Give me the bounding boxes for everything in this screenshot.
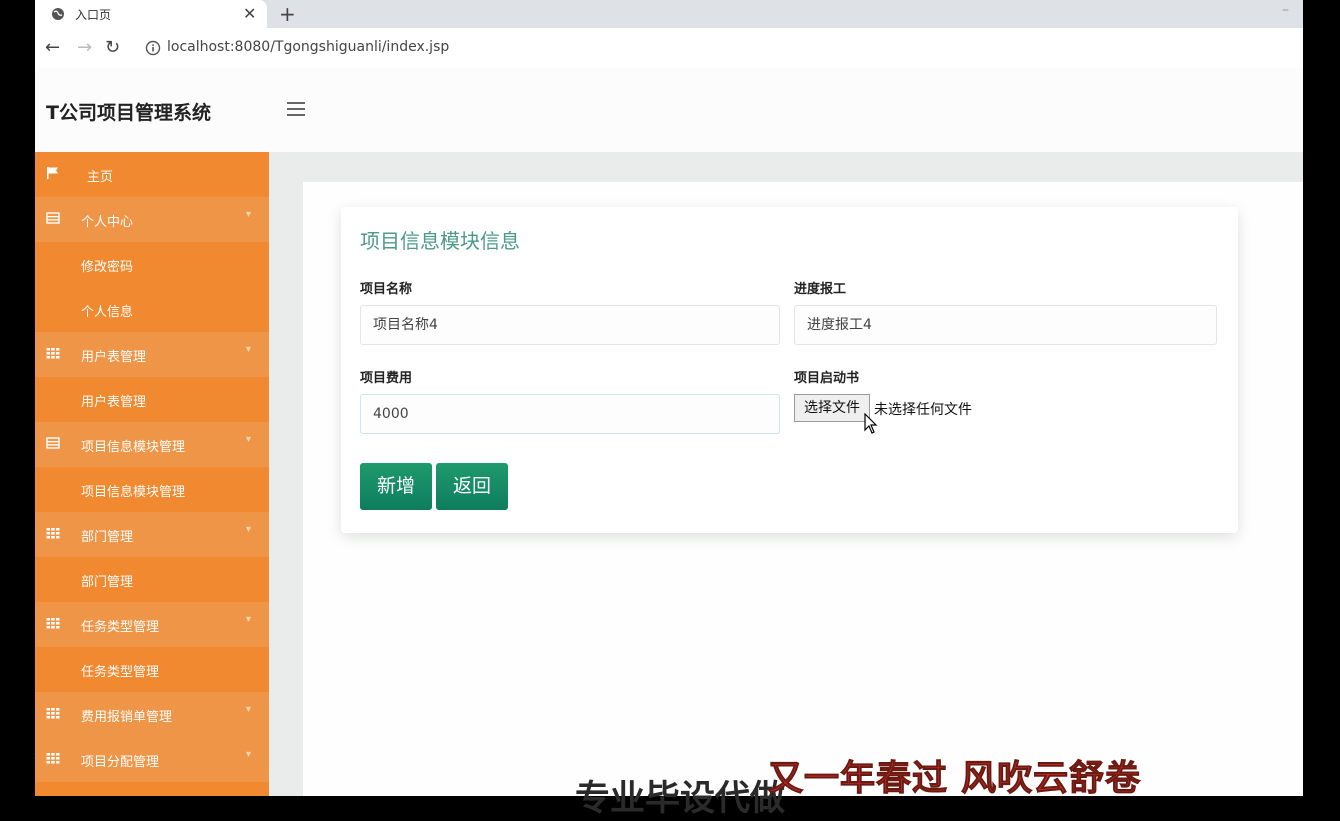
sidebar-item[interactable]: 任务类型管理 ▾ xyxy=(35,602,269,647)
mouse-cursor-icon xyxy=(864,413,878,434)
tab-title: 入口页 xyxy=(75,8,112,22)
sidebar-subitem[interactable]: 部门管理 xyxy=(35,557,269,602)
sidebar-item[interactable]: 个人中心 ▾ xyxy=(35,197,269,242)
tab-bar: 入口页 ✕ + – xyxy=(35,0,1303,28)
app-header: T公司项目管理系统 xyxy=(35,68,1303,152)
grid-icon xyxy=(46,347,60,359)
chevron-down-icon: ▾ xyxy=(246,704,252,715)
grid-icon xyxy=(46,617,60,629)
sidebar-subitem[interactable]: 项目信息模块管理 xyxy=(35,467,269,512)
progress-input[interactable]: 进度报工4 xyxy=(794,305,1217,345)
grid-icon xyxy=(46,527,60,539)
sidebar-item-label: 主页 xyxy=(87,170,114,185)
add-button[interactable]: 新增 xyxy=(360,463,432,510)
menu-toggle-icon[interactable] xyxy=(287,102,305,116)
sidebar-item-label: 部门管理 xyxy=(81,575,134,590)
project-name-label: 项目名称 xyxy=(360,282,413,297)
forward-icon[interactable]: → xyxy=(77,37,92,58)
choose-file-button[interactable]: 选择文件 xyxy=(794,394,870,422)
sidebar-subitem[interactable]: 个人信息 xyxy=(35,287,269,332)
browser-tab[interactable]: 入口页 ✕ xyxy=(35,0,267,28)
project-name-input[interactable]: 项目名称4 xyxy=(360,305,780,345)
chevron-down-icon: ▾ xyxy=(246,344,252,355)
sidebar-item[interactable]: 部门管理 ▾ xyxy=(35,512,269,557)
grid-icon xyxy=(46,707,60,719)
sidebar-subitem[interactable]: 用户表管理 xyxy=(35,377,269,422)
sidebar-item-label: 部门管理 xyxy=(81,530,134,545)
table-icon xyxy=(46,212,60,224)
form-title: 项目信息模块信息 xyxy=(360,229,520,253)
grid-icon xyxy=(46,752,60,764)
video-subtitle: 又一年春过 风吹云舒卷 xyxy=(767,759,1142,800)
sidebar-item-label: 个人信息 xyxy=(81,305,134,320)
flag-icon xyxy=(46,167,60,179)
chevron-down-icon: ▾ xyxy=(246,434,252,445)
sidebar-item-label: 个人中心 xyxy=(81,215,134,230)
sidebar-subitem[interactable]: 任务类型管理 xyxy=(35,647,269,692)
sidebar-item[interactable]: 用户表管理 ▾ xyxy=(35,332,269,377)
sidebar-item-label: 费用报销单管理 xyxy=(81,710,173,725)
new-tab-button[interactable]: + xyxy=(279,2,296,26)
chevron-down-icon: ▾ xyxy=(246,209,252,220)
form-card: 项目信息模块信息 项目名称 项目名称4 进度报工 进度报工4 项目费用 4000… xyxy=(341,207,1238,533)
sidebar-item-label: 任务类型管理 xyxy=(81,665,160,680)
globe-icon xyxy=(52,8,64,20)
address-bar: ← → ↻ localhost:8080/Tgongshiguanli/inde… xyxy=(35,28,1303,69)
sidebar-item-label: 用户表管理 xyxy=(81,395,147,410)
sidebar-item[interactable]: 费用报销单管理 ▾ xyxy=(35,692,269,737)
sidebar-item[interactable]: 项目分配管理 ▾ xyxy=(35,737,269,782)
minimize-icon[interactable]: – xyxy=(1282,2,1289,18)
chevron-down-icon: ▾ xyxy=(246,524,252,535)
table-icon xyxy=(46,437,60,449)
sidebar-item-label: 用户表管理 xyxy=(81,350,147,365)
sidebar-subitem[interactable]: 修改密码 xyxy=(35,242,269,287)
sidebar-item-label: 项目信息模块管理 xyxy=(81,440,186,455)
back-icon[interactable]: ← xyxy=(45,37,60,58)
sidebar-item-label: 项目信息模块管理 xyxy=(81,485,186,500)
back-button[interactable]: 返回 xyxy=(436,463,508,510)
sidebar-item[interactable]: 项目信息模块管理 ▾ xyxy=(35,422,269,467)
close-icon[interactable]: ✕ xyxy=(243,4,256,23)
file-status: 未选择任何文件 xyxy=(874,402,972,418)
sidebar-item-label: 修改密码 xyxy=(81,260,134,275)
info-icon[interactable] xyxy=(145,40,161,56)
startup-doc-label: 项目启动书 xyxy=(794,371,860,386)
project-cost-input[interactable]: 4000 xyxy=(360,394,780,434)
url-field[interactable]: localhost:8080/Tgongshiguanli/index.jsp xyxy=(167,39,449,55)
sidebar-item-label: 任务类型管理 xyxy=(81,620,160,635)
sidebar-item-label: 项目分配管理 xyxy=(81,755,160,770)
chevron-down-icon: ▾ xyxy=(246,614,252,625)
project-cost-label: 项目费用 xyxy=(360,371,413,386)
app-brand: T公司项目管理系统 xyxy=(46,102,211,124)
progress-label: 进度报工 xyxy=(794,282,847,297)
sidebar-item[interactable]: 主页 xyxy=(35,152,269,197)
reload-icon[interactable]: ↻ xyxy=(105,37,120,58)
chevron-down-icon: ▾ xyxy=(246,749,252,760)
